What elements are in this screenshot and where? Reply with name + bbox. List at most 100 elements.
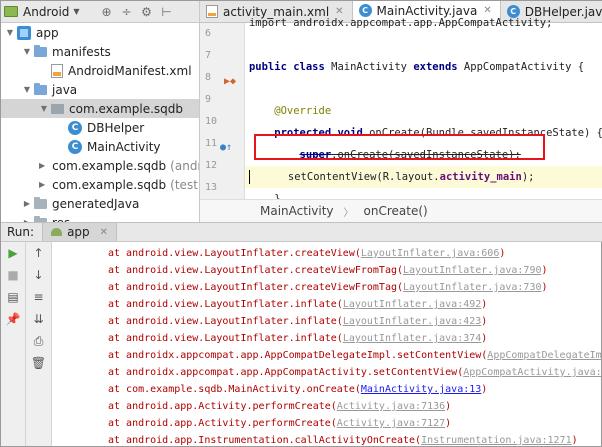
stacktrace-link[interactable]: MainActivity.java:13: [361, 384, 481, 395]
line-number: 9: [205, 94, 212, 105]
close-icon[interactable]: ✕: [100, 227, 108, 238]
run-toolbar-left: ▶ ■ ▤ 📌: [1, 242, 26, 446]
android-icon: [51, 228, 63, 236]
project-tool-window: Android ▼ ⊕ ÷ ⚙ ⊢ ▼ app ▼ manifests AndroidM…: [1, 1, 200, 222]
collapse-icon[interactable]: ⊢: [158, 5, 176, 19]
tree-item[interactable]: AndroidManifest.xml: [1, 61, 199, 80]
red-highlight-box: [254, 134, 545, 160]
stacktrace-link[interactable]: Instrumentation.java:1271: [421, 435, 572, 446]
xml-file-icon: [51, 63, 63, 78]
line-gutter: 6 7 8 ▶◆ 9 10 11 ●↑ 12 13: [200, 23, 245, 199]
tree-item[interactable]: ▼ app: [1, 23, 199, 42]
stacktrace-link[interactable]: LayoutInflater.java:492: [343, 299, 481, 310]
expanded-arrow-icon[interactable]: ▼: [5, 28, 15, 37]
tree-item-label: com.example.sqdb: [52, 177, 167, 192]
console-line: at android.app.Activity.performCreate(Ac…: [108, 401, 452, 412]
tree-item-label: MainActivity: [87, 139, 161, 154]
stop-icon[interactable]: ■: [1, 264, 25, 286]
stacktrace-link[interactable]: AppCompatActivity.java:170: [463, 367, 601, 378]
tree-item-label: AndroidManifest.xml: [68, 63, 192, 78]
tree-item[interactable]: ▼ manifests: [1, 42, 199, 61]
package-icon: [51, 103, 64, 114]
line-number: 11 ●↑: [200, 133, 244, 155]
collapsed-arrow-icon[interactable]: ▶: [39, 180, 45, 189]
tree-item-label: com.example.sqdb: [69, 101, 184, 116]
project-view-selector[interactable]: Android: [23, 5, 69, 19]
up-arrow-icon[interactable]: ↑: [26, 242, 51, 264]
gear-icon[interactable]: ⚙: [138, 5, 156, 19]
tree-item-label: java: [52, 82, 78, 97]
tree-item[interactable]: C DBHelper: [1, 118, 199, 137]
tree-item-label: DBHelper: [87, 120, 145, 135]
target-icon[interactable]: ⊕: [98, 5, 116, 19]
breadcrumb: MainActivity 〉 onCreate(): [200, 199, 602, 222]
android-view-icon: [4, 6, 18, 17]
tree-item-label: manifests: [52, 44, 111, 59]
expanded-arrow-icon[interactable]: ▼: [39, 104, 49, 113]
stacktrace-link[interactable]: Activity.java:7136: [337, 401, 445, 412]
line-number: 8 ▶◆: [200, 67, 244, 89]
stacktrace-link[interactable]: LayoutInflater.java:730: [403, 282, 541, 293]
tree-item[interactable]: ▶ com.example.sqdb(androidT: [1, 156, 199, 175]
stacktrace-link[interactable]: LayoutInflater.java:423: [343, 316, 481, 327]
folder-icon: [34, 82, 47, 95]
code-editor: activity_main.xml ✕ C MainActivity.java ✕ C DB…: [200, 1, 602, 222]
console-line: at android.view.LayoutInflater.inflate(L…: [108, 316, 488, 327]
split-icon[interactable]: ÷: [118, 5, 136, 19]
class-icon: C: [68, 120, 82, 135]
stacktrace-link[interactable]: LayoutInflater.java:374: [343, 333, 481, 344]
project-tree: ▼ app ▼ manifests AndroidManifest.xml ▼ java ▼ c…: [1, 23, 199, 222]
breadcrumb-class[interactable]: MainActivity: [260, 204, 334, 218]
tree-item[interactable]: ▶ generatedJava: [1, 194, 199, 213]
tree-item-label: app: [36, 25, 59, 40]
collapsed-arrow-icon[interactable]: ▶: [39, 161, 45, 170]
breadcrumb-method[interactable]: onCreate(): [364, 204, 428, 218]
code-text[interactable]: import androidx.appcompat.app.AppCompatA…: [244, 17, 602, 222]
code-line: @Override: [274, 105, 332, 117]
rerun-icon[interactable]: ▶: [1, 242, 25, 264]
console-line: at com.example.sqdb.MainActivity.onCreat…: [108, 384, 488, 395]
code-area[interactable]: 6 7 8 ▶◆ 9 10 11 ●↑ 12 13 import android…: [200, 17, 602, 222]
text-caret: [248, 170, 250, 184]
run-header: Run: app ✕: [1, 222, 602, 242]
code-line: import androidx.appcompat.app.AppCompatA…: [248, 17, 553, 29]
class-icon: C: [68, 139, 82, 154]
print-icon[interactable]: ⎙: [26, 330, 51, 352]
line-number: 6: [205, 28, 212, 39]
current-code-line: setContentView(R.layout.activity_main);: [244, 166, 602, 188]
tree-item-suffix: (androidT: [170, 158, 199, 173]
project-toolbar: Android ▼ ⊕ ÷ ⚙ ⊢: [1, 1, 199, 23]
tree-item[interactable]: ▼ com.example.sqdb: [1, 99, 199, 118]
down-arrow-icon[interactable]: ↓: [26, 264, 51, 286]
scroll-end-icon[interactable]: ⇊: [26, 308, 51, 330]
pin-icon[interactable]: 📌: [1, 308, 25, 330]
stacktrace-link[interactable]: Activity.java:7127: [337, 418, 445, 429]
console-line: at android.view.LayoutInflater.createVie…: [108, 248, 506, 259]
xml-file-icon: [206, 5, 218, 18]
line-number: 10: [205, 116, 218, 127]
tree-item[interactable]: ▼ java: [1, 80, 199, 99]
console-line: at android.view.LayoutInflater.inflate(L…: [108, 333, 488, 344]
chevron-down-icon[interactable]: ▼: [73, 7, 79, 16]
tree-item[interactable]: C MainActivity: [1, 137, 199, 156]
stacktrace-link[interactable]: LayoutInflater.java:790: [403, 265, 541, 276]
folder-icon: [34, 44, 47, 57]
wrap-icon[interactable]: ≡: [26, 286, 51, 308]
collapsed-arrow-icon[interactable]: ▶: [22, 199, 32, 208]
line-number: 12: [205, 160, 218, 171]
console-output[interactable]: at android.view.LayoutInflater.createVie…: [52, 242, 601, 446]
stacktrace-link[interactable]: AppCompatDelegateImpl.java:696: [487, 350, 601, 361]
layout-icon[interactable]: ▤: [1, 286, 25, 308]
expanded-arrow-icon[interactable]: ▼: [22, 47, 32, 56]
tree-item-label: com.example.sqdb: [52, 158, 167, 173]
expanded-arrow-icon[interactable]: ▼: [22, 85, 32, 94]
tree-item[interactable]: ▶ com.example.sqdb (test): [1, 175, 199, 194]
console-line: at androidx.appcompat.app.AppCompatDeleg…: [52, 347, 601, 364]
console-line: at android.view.LayoutInflater.inflate(L…: [108, 299, 488, 310]
line-number: 13: [205, 182, 218, 193]
trash-icon[interactable]: 🗑: [26, 352, 51, 374]
tree-item[interactable]: ▶res: [1, 213, 199, 222]
stacktrace-link[interactable]: LayoutInflater.java:606: [361, 248, 499, 259]
run-tab-app[interactable]: app ✕: [42, 223, 118, 241]
run-title: Run:: [7, 225, 35, 239]
